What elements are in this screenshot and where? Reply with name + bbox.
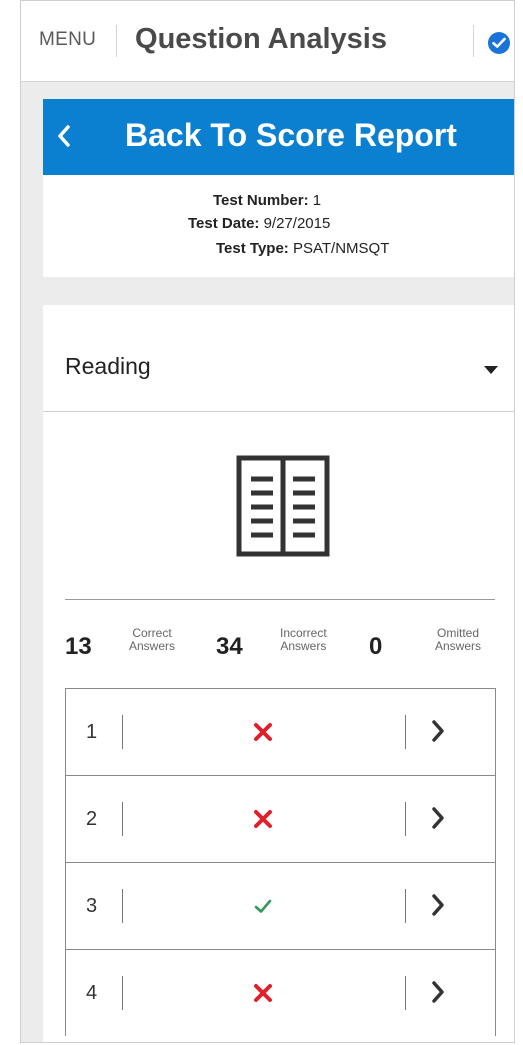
back-to-score-report-button[interactable]: Back To Score Report bbox=[43, 99, 514, 175]
test-summary-card: Back To Score Report Test Number: 1 Test… bbox=[43, 99, 514, 277]
row-divider bbox=[122, 715, 123, 749]
row-divider bbox=[405, 802, 406, 836]
incorrect-label: Incorrect Answers bbox=[280, 626, 327, 653]
test-type: Test Type: PSAT/NMSQT bbox=[216, 240, 389, 257]
question-row[interactable]: 4 bbox=[66, 949, 495, 1036]
row-divider bbox=[405, 976, 406, 1010]
check-circle-icon[interactable] bbox=[488, 32, 510, 54]
question-row[interactable]: 2 bbox=[66, 775, 495, 862]
test-number: Test Number: 1 bbox=[213, 192, 321, 209]
test-number-value: 1 bbox=[312, 192, 322, 209]
question-number: 2 bbox=[86, 808, 98, 830]
row-divider bbox=[405, 715, 406, 749]
test-type-value: PSAT/NMSQT bbox=[292, 240, 390, 257]
row-divider bbox=[122, 889, 123, 923]
page-title: Question Analysis bbox=[135, 23, 387, 55]
top-bar: MENU Question Analysis bbox=[21, 1, 514, 82]
app-frame: MENU Question Analysis Back To Score Rep… bbox=[20, 0, 515, 1043]
chevron-right-icon[interactable] bbox=[431, 720, 445, 742]
correct-label: Correct Answers bbox=[129, 626, 176, 653]
header-divider bbox=[473, 25, 474, 57]
omitted-label: Omitted Answers bbox=[435, 626, 482, 653]
chevron-right-icon[interactable] bbox=[431, 894, 445, 916]
test-date: Test Date: 9/27/2015 bbox=[188, 215, 330, 232]
test-date-label: Test Date: bbox=[188, 215, 260, 232]
test-number-label: Test Number: bbox=[213, 192, 309, 209]
x-mark-icon bbox=[254, 723, 272, 741]
row-divider bbox=[122, 976, 123, 1010]
caret-down-icon bbox=[484, 366, 498, 374]
question-list: 1 2 3 4 bbox=[65, 688, 496, 1036]
row-divider bbox=[405, 889, 406, 923]
question-row[interactable]: 1 bbox=[66, 688, 495, 775]
section-card: Reading 13 Correct Answers 34 Incorrect An… bbox=[43, 305, 514, 1042]
section-dropdown[interactable]: Reading bbox=[43, 305, 514, 412]
section-selected-label: Reading bbox=[65, 353, 151, 379]
question-number: 1 bbox=[86, 721, 98, 743]
incorrect-count: 34 bbox=[216, 633, 243, 660]
x-mark-icon bbox=[254, 810, 272, 828]
check-mark-icon bbox=[254, 899, 272, 913]
omitted-count: 0 bbox=[369, 633, 383, 660]
correct-count: 13 bbox=[65, 633, 92, 660]
chevron-right-icon[interactable] bbox=[431, 807, 445, 829]
stats-divider bbox=[65, 599, 495, 600]
question-number: 4 bbox=[86, 982, 98, 1004]
x-mark-icon bbox=[254, 984, 272, 1002]
question-row[interactable]: 3 bbox=[66, 862, 495, 949]
test-date-value: 9/27/2015 bbox=[263, 215, 331, 232]
question-number: 3 bbox=[86, 895, 98, 917]
row-divider bbox=[122, 802, 123, 836]
back-button-label: Back To Score Report bbox=[125, 117, 457, 153]
chevron-right-icon[interactable] bbox=[431, 981, 445, 1003]
test-type-label: Test Type: bbox=[216, 240, 289, 257]
open-book-icon bbox=[236, 455, 330, 557]
chevron-left-icon bbox=[58, 125, 70, 147]
